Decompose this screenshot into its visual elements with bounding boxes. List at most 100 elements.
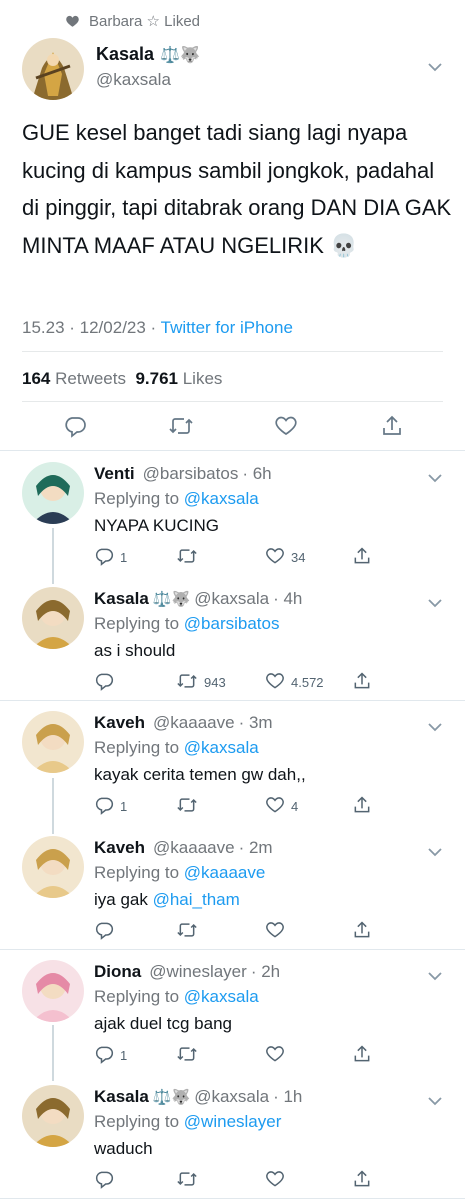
retweet-icon xyxy=(176,671,198,694)
author-handle[interactable]: @barsibatos xyxy=(143,464,239,484)
retweet-count: 943 xyxy=(204,675,226,690)
name-emoji: ⚖️🐺 xyxy=(152,1089,191,1106)
mention-link[interactable]: @kaxsala xyxy=(184,489,259,508)
divider xyxy=(22,401,443,402)
like-button[interactable] xyxy=(265,920,291,943)
reply-time: · 6h xyxy=(242,464,272,483)
mention-link[interactable]: @hai_tham xyxy=(153,890,240,909)
reply-icon xyxy=(94,546,114,569)
like-icon[interactable] xyxy=(274,414,298,438)
share-icon xyxy=(352,795,372,818)
reply-actions: 943 4.572 xyxy=(0,671,465,693)
author-name[interactable]: Kasala xyxy=(94,589,149,609)
retweet-button[interactable] xyxy=(176,795,204,818)
reply-time: · 2m xyxy=(238,838,273,857)
chevron-down-icon[interactable] xyxy=(428,63,442,72)
reply-text: ajak duel tcg bang xyxy=(94,1014,232,1033)
likes-stat[interactable]: 9.761 Likes xyxy=(135,369,222,388)
divider xyxy=(0,450,465,451)
share-button[interactable] xyxy=(352,920,372,943)
reply-button[interactable] xyxy=(94,671,120,694)
author-name[interactable]: Kaveh xyxy=(94,713,145,733)
replying-to: Replying to @kaaaave xyxy=(94,863,266,882)
reply-header: Venti @barsibatos · 6h xyxy=(94,464,272,484)
reply-header: Diona @wineslayer · 2h xyxy=(94,962,280,982)
mention-link[interactable]: @wineslayer xyxy=(184,1112,282,1131)
like-count: 34 xyxy=(291,550,306,565)
like-button[interactable] xyxy=(265,1169,291,1192)
reply-text: iya gak @hai_tham xyxy=(94,890,240,909)
replying-to: Replying to @barsibatos xyxy=(94,614,280,633)
share-button[interactable] xyxy=(352,671,372,694)
author-handle[interactable]: @kaaaave xyxy=(153,838,235,858)
reply-button[interactable] xyxy=(94,920,120,943)
mention-link[interactable]: @kaxsala xyxy=(184,987,259,1006)
share-button[interactable] xyxy=(352,795,372,818)
share-icon xyxy=(352,920,372,943)
retweet-icon xyxy=(176,1169,198,1192)
author-name[interactable]: Kaveh xyxy=(94,838,145,858)
share-icon xyxy=(352,671,372,694)
retweets-stat[interactable]: 164 Retweets xyxy=(22,369,126,388)
tweet-text: GUE kesel banget tadi siang lagi nyapa k… xyxy=(22,120,452,258)
divider xyxy=(0,949,465,950)
share-button[interactable] xyxy=(352,1044,372,1067)
author-handle[interactable]: @kaxsala xyxy=(194,589,269,609)
reply-icon[interactable] xyxy=(63,414,87,438)
retweet-icon[interactable] xyxy=(168,414,194,438)
like-icon xyxy=(265,795,285,818)
chevron-down-icon[interactable] xyxy=(428,968,442,986)
avatar[interactable] xyxy=(22,462,84,524)
reply-button[interactable]: 1 xyxy=(94,795,127,818)
avatar[interactable] xyxy=(22,836,84,898)
mention-link[interactable]: @kaaaave xyxy=(184,863,266,882)
author-handle[interactable]: @kaaaave xyxy=(153,713,235,733)
author-name[interactable]: Kasala xyxy=(94,1087,149,1107)
retweet-icon xyxy=(176,795,198,818)
reply-button[interactable]: 1 xyxy=(94,1044,127,1067)
reply-button[interactable] xyxy=(94,1169,120,1192)
share-button[interactable] xyxy=(352,546,372,569)
tweet-meta: 15.23 · 12/02/23 · Twitter for iPhone xyxy=(22,318,293,338)
author-name[interactable]: Venti xyxy=(94,464,135,484)
chevron-down-icon[interactable] xyxy=(428,595,442,613)
reply-header: Kasala ⚖️🐺 @kaxsala · 4h xyxy=(94,589,302,609)
retweet-button[interactable] xyxy=(176,1044,204,1067)
reply-count: 1 xyxy=(120,799,128,814)
reply-actions xyxy=(0,920,465,942)
avatar[interactable] xyxy=(22,711,84,773)
author-handle[interactable]: @kaxsala xyxy=(194,1087,269,1107)
author-name[interactable]: Kasala ⚖️🐺 xyxy=(96,44,200,65)
avatar[interactable] xyxy=(22,38,84,100)
retweet-button[interactable] xyxy=(176,1169,204,1192)
retweet-button[interactable] xyxy=(176,546,204,569)
mention-link[interactable]: @kaxsala xyxy=(184,738,259,757)
avatar[interactable] xyxy=(22,587,84,649)
author-handle[interactable]: @wineslayer xyxy=(149,962,247,982)
tweet-timestamp[interactable]: 15.23 · 12/02/23 · xyxy=(22,318,161,337)
chevron-down-icon[interactable] xyxy=(428,470,442,488)
share-icon[interactable] xyxy=(380,414,404,438)
share-button[interactable] xyxy=(352,1169,372,1192)
avatar[interactable] xyxy=(22,960,84,1022)
retweet-icon xyxy=(176,546,198,569)
author-name[interactable]: Diona xyxy=(94,962,141,982)
avatar[interactable] xyxy=(22,1085,84,1147)
like-button[interactable]: 4 xyxy=(265,795,298,818)
chevron-down-icon[interactable] xyxy=(428,719,442,737)
chevron-down-icon[interactable] xyxy=(428,1093,442,1111)
like-button[interactable]: 4.572 xyxy=(265,671,324,694)
reply-icon xyxy=(94,1169,114,1192)
mention-link[interactable]: @barsibatos xyxy=(184,614,280,633)
share-icon xyxy=(352,1044,372,1067)
divider xyxy=(22,351,443,352)
retweet-button[interactable] xyxy=(176,920,204,943)
tweet-source-link[interactable]: Twitter for iPhone xyxy=(161,318,293,337)
reply-button[interactable]: 1 xyxy=(94,546,127,569)
like-button[interactable] xyxy=(265,1044,291,1067)
replying-to: Replying to @kaxsala xyxy=(94,987,259,1006)
like-button[interactable]: 34 xyxy=(265,546,305,569)
author-handle[interactable]: @kaxsala xyxy=(96,70,171,90)
retweet-button[interactable]: 943 xyxy=(176,671,226,694)
chevron-down-icon[interactable] xyxy=(428,844,442,862)
